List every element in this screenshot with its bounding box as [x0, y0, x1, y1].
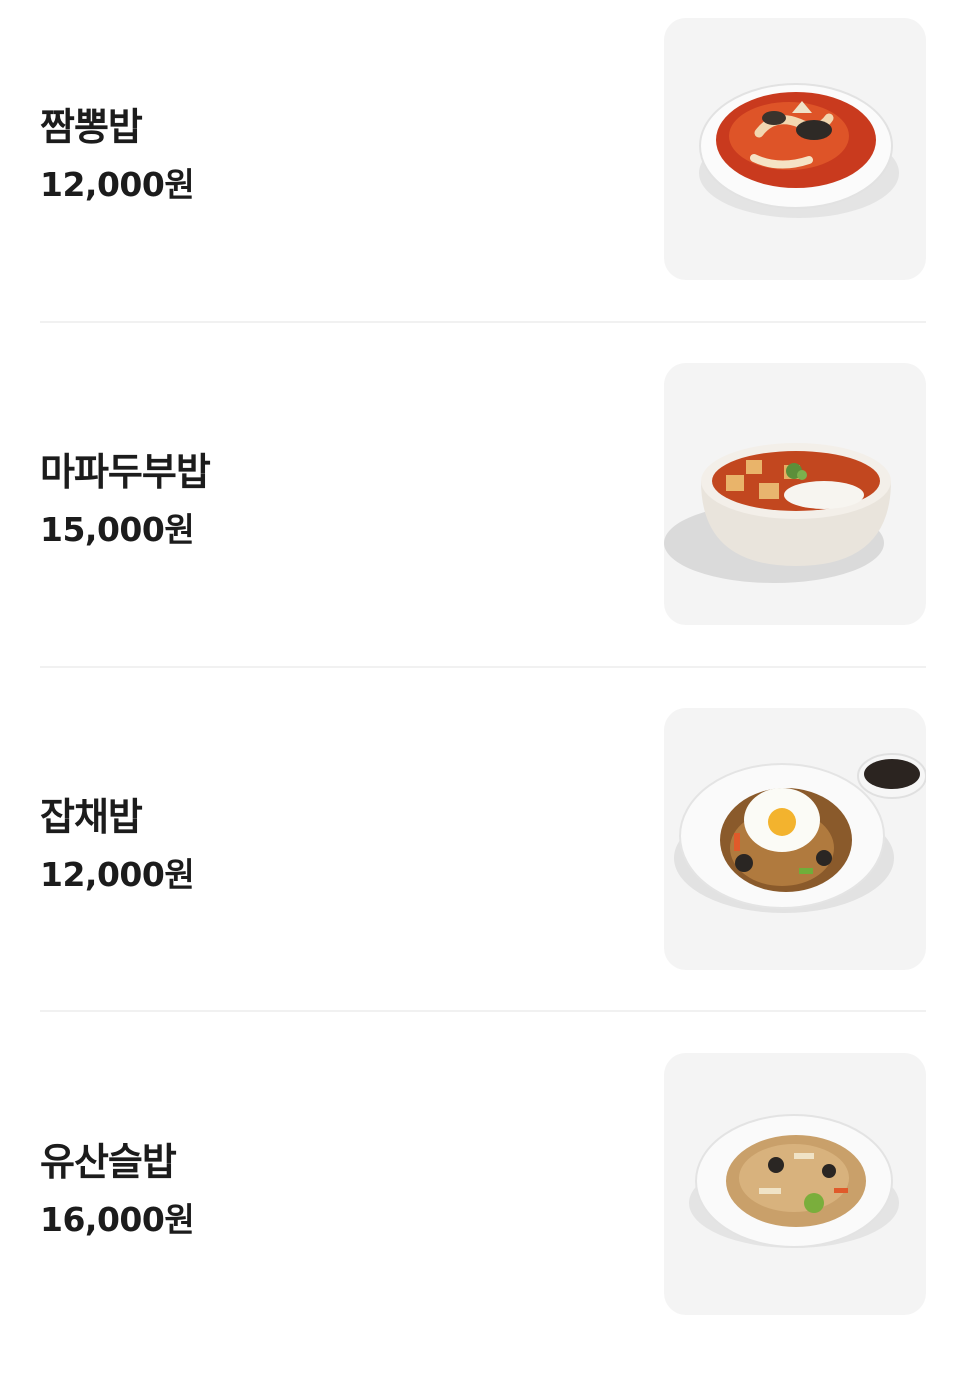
menu-item-jjamppongbap[interactable]: 짬뽕밥 12,000원 — [0, 0, 966, 344]
japchae-rice-plate-photo[interactable] — [664, 708, 926, 970]
divider — [40, 1010, 926, 1012]
menu-item-price: 16,000원 — [40, 1200, 195, 1239]
menu-item-price: 12,000원 — [40, 165, 195, 204]
menu-item-name: 유산슬밥 — [40, 1140, 177, 1184]
menu-item-name: 잡채밥 — [40, 795, 143, 839]
menu-list: 짬뽕밥 12,000원 마파두부밥 15,000원 잡채밥 12,000원 유산… — [0, 0, 966, 1331]
jjamppong-bowl-photo[interactable] — [664, 18, 926, 280]
menu-item-mapadububap[interactable]: 마파두부밥 15,000원 — [0, 345, 966, 689]
divider — [40, 666, 926, 668]
menu-item-price: 12,000원 — [40, 855, 195, 894]
menu-item-price: 15,000원 — [40, 510, 195, 549]
yusanseul-rice-plate-photo[interactable] — [664, 1053, 926, 1315]
divider — [40, 321, 926, 323]
menu-item-yusanseulbap[interactable]: 유산슬밥 16,000원 — [0, 1035, 966, 1379]
mapo-tofu-rice-bowl-photo[interactable] — [664, 363, 926, 625]
menu-item-name: 마파두부밥 — [40, 450, 211, 494]
menu-item-japchaebap[interactable]: 잡채밥 12,000원 — [0, 690, 966, 1034]
menu-item-name: 짬뽕밥 — [40, 105, 143, 149]
